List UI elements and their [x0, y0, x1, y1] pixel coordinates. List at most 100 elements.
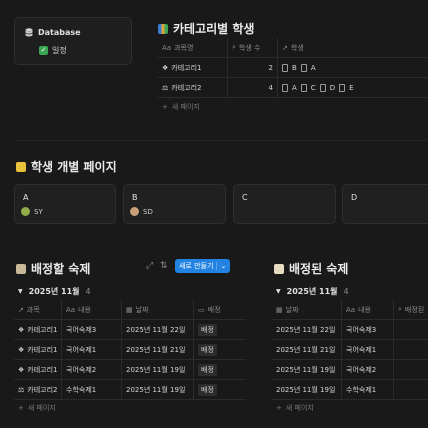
category-icon: ⚖: [18, 385, 25, 394]
card-person: SY: [21, 207, 43, 216]
column-students[interactable]: ↗ 학생: [278, 38, 428, 57]
triangle-down-icon: ▼: [276, 288, 281, 295]
check-icon: ✓: [39, 46, 48, 55]
row-date: 2025년 11월 21일: [122, 340, 194, 359]
table-row[interactable]: 2025년 11월 21일 국어숙제1: [272, 340, 428, 360]
plus-icon: +: [162, 103, 168, 111]
column-assign[interactable]: ▭ 배정: [194, 300, 246, 319]
table-row[interactable]: ❖ 카테고리1 국어숙제2 2025년 11월 19일 배정: [14, 360, 246, 380]
table-row[interactable]: ⚖ 카테고리2 수학숙제1 2025년 11월 19일 배정: [14, 380, 246, 400]
database-item-schedule[interactable]: ✓ 일정: [39, 45, 67, 56]
gallery-card[interactable]: D: [342, 184, 428, 224]
group-header[interactable]: ▼ 2025년 11월 4: [18, 286, 91, 297]
gallery-card[interactable]: A SY: [14, 184, 116, 224]
category-icon: ❖: [162, 63, 169, 72]
database-card[interactable]: Database ✓ 일정: [14, 17, 132, 65]
database-icon: [25, 28, 33, 37]
database-title-row: Database: [25, 28, 81, 37]
divider: [14, 140, 428, 141]
page-icon: [319, 83, 326, 92]
row-content: 국어숙제1: [342, 340, 394, 359]
database-title: Database: [38, 28, 81, 37]
page-icon: [282, 63, 288, 72]
new-page-button[interactable]: + 새 페이지: [272, 400, 428, 416]
expand-icon[interactable]: ⤢: [146, 261, 153, 271]
card-title: C: [242, 193, 248, 202]
new-button[interactable]: 새로 만들기 ⌄: [175, 259, 231, 273]
assign-table: ↗ 과목 Aa 내용 ▦ 날짜 ▭ 배정 ❖ 카테고리1 국어숙제3 2025년 11월 …: [14, 300, 246, 416]
column-date[interactable]: ▦ 날짜: [272, 300, 342, 319]
table-row[interactable]: ❖ 카테고리1 국어숙제3 2025년 11월 22일 배정: [14, 320, 246, 340]
avatar: [21, 207, 30, 216]
table-row[interactable]: ❖ 카테고리1 국어숙제1 2025년 11월 21일 배정: [14, 340, 246, 360]
gallery-card[interactable]: C: [233, 184, 336, 224]
row-subject: ❖ 카테고리1: [14, 340, 62, 359]
row-count: 2: [228, 58, 278, 77]
column-assigned[interactable]: ⌕ 배정된: [394, 300, 428, 319]
student-link[interactable]: D: [330, 84, 335, 92]
assign-button[interactable]: 배정: [198, 363, 217, 376]
student-link[interactable]: E: [349, 84, 353, 92]
table-header: ▦ 날짜 Aa 내용 ⌕ 배정된: [272, 300, 428, 320]
assign-button[interactable]: 배정: [198, 383, 217, 396]
card-person: SD: [130, 207, 153, 216]
table-row[interactable]: ⚖ 카테고리2 4 A C D E: [158, 78, 428, 98]
assign-button[interactable]: 배정: [198, 343, 217, 356]
triangle-down-icon: ▼: [18, 288, 23, 295]
new-page-button[interactable]: + 새 페이지: [158, 98, 428, 116]
category-icon: ❖: [18, 325, 25, 334]
column-subject[interactable]: ↗ 과목: [14, 300, 62, 319]
text-property-icon: Aa: [66, 305, 76, 314]
table-row[interactable]: 2025년 11월 22일 국어숙제3: [272, 320, 428, 340]
table-header: Aa 과목명 ⌕ 학생 수 ↗ 학생: [158, 38, 428, 58]
table-row[interactable]: ❖ 카테고리1 2 B A: [158, 58, 428, 78]
assign-button[interactable]: 배정: [198, 323, 217, 336]
card-title: B: [132, 193, 138, 202]
memo-icon: [274, 263, 284, 274]
category-icon: ❖: [18, 365, 25, 374]
column-content[interactable]: Aa 내용: [342, 300, 394, 319]
assigned-table-title: 배정된 숙제: [274, 260, 348, 277]
category-icon: ⚖: [162, 83, 169, 92]
table-row[interactable]: 2025년 11월 19일 국어숙제2: [272, 360, 428, 380]
column-count[interactable]: ⌕ 학생 수: [228, 38, 278, 57]
student-link[interactable]: A: [292, 84, 297, 92]
new-page-button[interactable]: + 새 페이지: [14, 400, 246, 416]
row-count: 4: [228, 78, 278, 97]
books-icon: [158, 23, 168, 34]
student-link[interactable]: C: [311, 84, 316, 92]
table-row[interactable]: 2025년 11월 19일 수학숙제1: [272, 380, 428, 400]
gallery-card[interactable]: B SD: [123, 184, 226, 224]
row-content: 국어숙제3: [342, 320, 394, 339]
category-table: Aa 과목명 ⌕ 학생 수 ↗ 학생 ❖ 카테고리1 2 B A ⚖ 카테고리2 4 A …: [158, 38, 428, 116]
row-subject: ❖ 카테고리1: [158, 58, 228, 77]
category-table-title: 카테고리별 학생: [158, 20, 254, 37]
row-students: B A: [278, 58, 428, 77]
row-subject: ⚖ 카테고리2: [14, 380, 62, 399]
student-link[interactable]: A: [311, 64, 316, 72]
row-content: 국어숙제2: [342, 360, 394, 379]
settings-icon[interactable]: ⇅: [160, 261, 168, 271]
card-title: A: [23, 193, 29, 202]
group-header[interactable]: ▼ 2025년 11월 4: [276, 286, 349, 297]
database-item-label: 일정: [52, 46, 67, 55]
page-icon: [339, 83, 346, 92]
search-icon: ⌕: [398, 305, 402, 313]
column-subject[interactable]: Aa 과목명: [158, 38, 228, 57]
row-content: 수학숙제1: [62, 380, 122, 399]
clipboard-icon: [16, 263, 26, 274]
row-assign: 배정: [194, 360, 246, 379]
assign-table-title: 배정할 숙제: [16, 260, 90, 277]
row-date: 2025년 11월 22일: [272, 320, 342, 339]
table-header: ↗ 과목 Aa 내용 ▦ 날짜 ▭ 배정: [14, 300, 246, 320]
row-date: 2025년 11월 19일: [122, 380, 194, 399]
student-link[interactable]: B: [292, 64, 297, 72]
ledger-icon: [16, 161, 26, 172]
chevron-down-icon: ⌄: [216, 262, 226, 270]
column-content[interactable]: Aa 내용: [62, 300, 122, 319]
column-date[interactable]: ▦ 날짜: [122, 300, 194, 319]
row-content: 국어숙제3: [62, 320, 122, 339]
avatar: [130, 207, 139, 216]
row-date: 2025년 11월 21일: [272, 340, 342, 359]
row-content: 국어숙제2: [62, 360, 122, 379]
